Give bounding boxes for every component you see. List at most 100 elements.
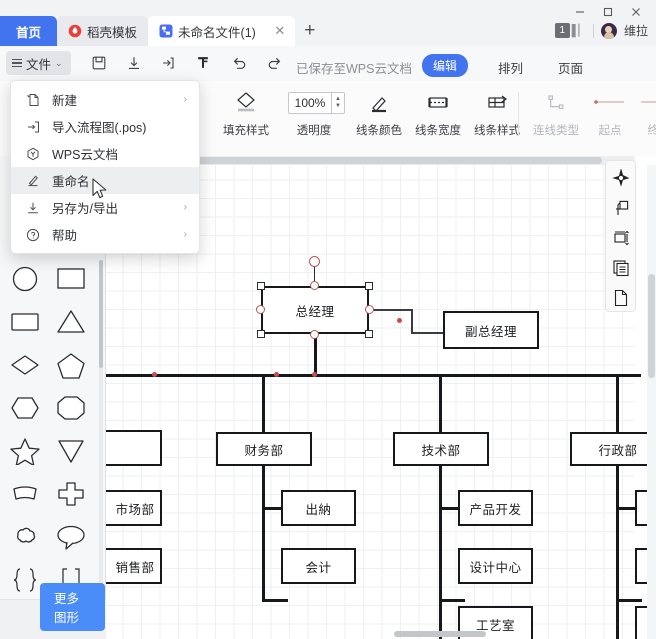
resize-handle-sw[interactable] <box>257 330 265 338</box>
node-product-development[interactable]: 产品开发 <box>458 490 533 526</box>
cloud-shape[interactable] <box>6 520 44 553</box>
page-count-badge[interactable]: 1 ▌▏ <box>554 23 587 38</box>
line-style-label: 线条样式 <box>474 125 520 137</box>
tab-document[interactable]: 未命名文件(1) ✕ <box>148 16 295 46</box>
file-menu-button[interactable]: 文件 ⌄ <box>6 51 71 75</box>
edit-mode-badge[interactable]: 编辑 <box>422 54 469 77</box>
hexagon-shape[interactable] <box>6 391 44 424</box>
layers-icon[interactable] <box>610 257 632 279</box>
close-icon[interactable] <box>622 2 650 22</box>
more-shapes-button[interactable]: 更多图形 <box>40 583 105 631</box>
import-icon <box>25 119 40 134</box>
node-accounting[interactable]: 会计 <box>281 548 356 584</box>
formula-box-icon[interactable] <box>610 197 632 219</box>
line-color-group[interactable]: 线条颜色 <box>352 86 406 138</box>
tab-close-icon[interactable]: ✕ <box>271 22 289 40</box>
connection-point-top[interactable] <box>310 281 319 290</box>
node-deputy-general-manager[interactable]: 副总经理 <box>443 311 539 349</box>
canvas-hscrollbar-thumb[interactable] <box>394 631 486 637</box>
node-technology-department[interactable]: 技术部 <box>393 432 489 466</box>
redo-icon[interactable] <box>263 52 285 74</box>
connector-type-group[interactable]: 连线类型 <box>529 86 583 138</box>
node-design-center[interactable]: 设计中心 <box>458 548 533 584</box>
edge-finance-accounting <box>262 599 288 602</box>
triangle-shape[interactable] <box>52 305 90 338</box>
node-finance-department[interactable]: 财务部 <box>216 432 312 466</box>
menu-item-import-flowchart[interactable]: 导入流程图(.pos) <box>11 113 199 140</box>
tab-docer-template[interactable]: 稻壳模板 <box>57 16 149 46</box>
line-width-group[interactable]: 线条宽度 <box>411 86 465 138</box>
node-label: 副总经理 <box>464 324 517 339</box>
resize-frame-icon[interactable] <box>610 227 632 249</box>
right-tool-rail <box>605 160 636 312</box>
start-point-group[interactable]: 起点 <box>583 86 637 138</box>
title-bar: 首页 稻壳模板 未命名文件(1) ✕ + 1 ▌▏ 维拉 <box>0 0 656 46</box>
connector-dot <box>312 372 317 377</box>
divider <box>518 92 519 136</box>
export-icon[interactable] <box>157 52 179 74</box>
line-style-group[interactable]: 线条样式 <box>470 86 524 138</box>
node-cashier[interactable]: 出納 <box>281 490 356 526</box>
mouse-cursor <box>92 178 109 207</box>
resize-handle-se[interactable] <box>365 330 373 338</box>
tab-arrange[interactable]: 排列 <box>498 58 523 77</box>
format-painter-icon[interactable] <box>192 52 214 74</box>
star-shape[interactable] <box>6 434 44 467</box>
tab-document-label: 未命名文件(1) <box>178 25 256 40</box>
download-icon[interactable] <box>123 52 145 74</box>
edge-trunk-tech <box>439 375 442 432</box>
user-name: 维拉 <box>623 24 648 38</box>
menu-item-new[interactable]: 新建 › <box>11 86 199 113</box>
menu-item-wps-cloud[interactable]: WPS云文档 <box>11 140 199 167</box>
node-label: 行政部 <box>598 443 638 458</box>
node-sales-department[interactable]: 销售部 <box>106 548 162 584</box>
new-file-icon <box>25 92 40 107</box>
edge-gm-trunk <box>314 335 317 375</box>
speech-bubble-shape[interactable] <box>52 520 90 553</box>
tab-page[interactable]: 页面 <box>558 58 583 77</box>
end-point-group[interactable]: 终点 <box>632 86 656 138</box>
tab-home[interactable]: 首页 <box>0 16 58 46</box>
save-icon[interactable] <box>88 52 110 74</box>
diamond-shape[interactable] <box>6 348 44 381</box>
connection-point-bottom[interactable] <box>310 330 319 339</box>
cone-shape[interactable] <box>52 434 90 467</box>
octagon-shape[interactable] <box>52 391 90 424</box>
compass-navigator-icon[interactable] <box>610 167 632 189</box>
page-stack-icon: ▌▏ <box>571 25 587 37</box>
node-label: 产品开发 <box>469 502 522 517</box>
maximize-icon[interactable] <box>594 2 622 22</box>
fill-style-group[interactable]: 填充样式 <box>219 86 273 138</box>
cross-shape[interactable] <box>52 477 90 510</box>
menu-item-help[interactable]: 帮助 › <box>11 221 199 248</box>
node-administration-department[interactable]: 行政部 <box>570 432 656 466</box>
node-partial-top-left[interactable] <box>106 430 162 466</box>
file-dropdown-menu: 新建 › 导入流程图(.pos) WPS云文档 重命名 另存为/导出 › 帮助 … <box>10 80 200 254</box>
minimize-icon[interactable] <box>566 2 594 22</box>
connector-dot <box>152 372 157 377</box>
connection-point-left[interactable] <box>256 305 265 314</box>
circle-shape[interactable] <box>6 262 44 295</box>
menu-item-label: 新建 <box>52 94 78 108</box>
avatar[interactable] <box>600 22 617 39</box>
canvas-vscrollbar-thumb[interactable] <box>648 274 655 378</box>
rectangle-shape[interactable] <box>52 262 90 295</box>
node-market-department[interactable]: 市场部 <box>106 490 162 526</box>
page-icon[interactable] <box>610 287 632 309</box>
rounded-rect-shape[interactable] <box>6 305 44 338</box>
rotation-handle[interactable] <box>309 256 320 267</box>
pentagon-shape[interactable] <box>52 348 90 381</box>
canvas-vscrollbar-track[interactable] <box>647 165 656 639</box>
shapes-scrollbar-thumb[interactable] <box>99 260 103 368</box>
curly-brace-pair-shape[interactable] <box>6 563 44 596</box>
transparency-group: 透明度 <box>287 86 341 138</box>
new-tab-button[interactable]: + <box>295 16 325 46</box>
undo-icon[interactable] <box>228 52 250 74</box>
resize-handle-ne[interactable] <box>365 282 373 290</box>
user-cluster: 1 ▌▏ 维拉 <box>554 22 648 39</box>
connection-point-right[interactable] <box>365 305 374 314</box>
menu-item-label: 帮助 <box>52 229 78 243</box>
resize-handle-nw[interactable] <box>257 282 265 290</box>
trapezoid-shape[interactable] <box>6 477 44 510</box>
node-general-manager[interactable]: 总经理 <box>261 286 369 334</box>
